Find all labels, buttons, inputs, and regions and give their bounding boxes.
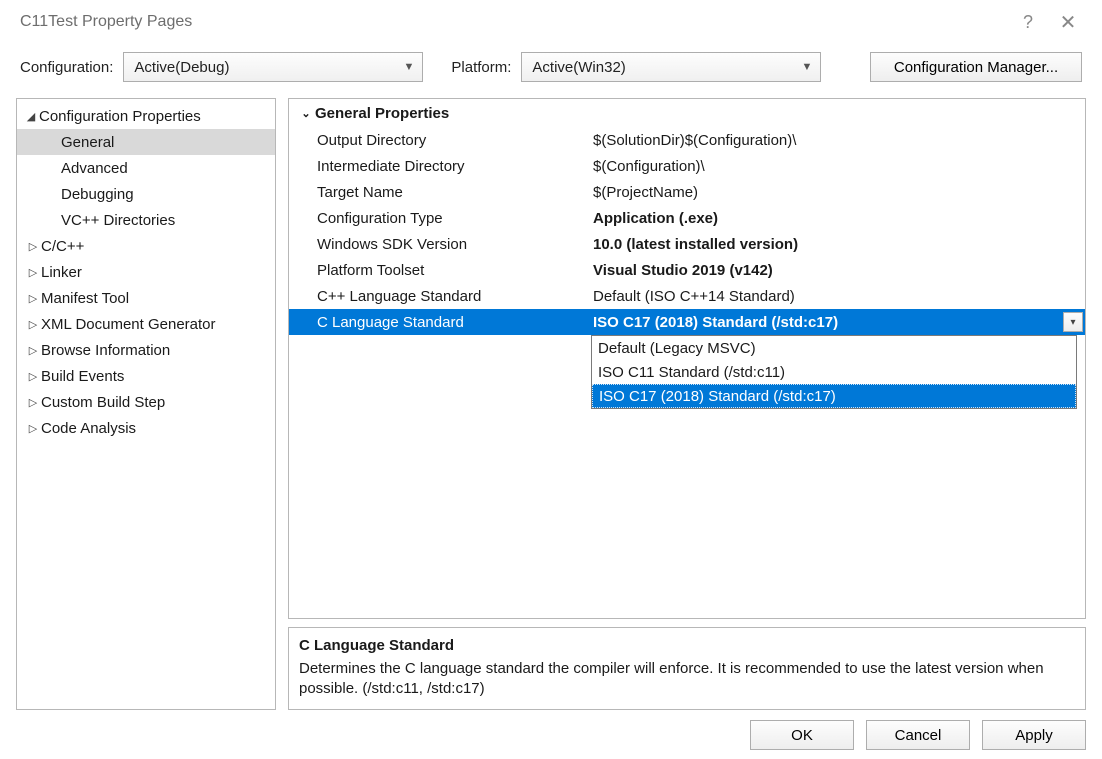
property-row[interactable]: C Language StandardISO C17 (2018) Standa…: [289, 309, 1085, 335]
tree-item-label: General: [61, 134, 114, 151]
tree-item[interactable]: ▷XML Document Generator: [17, 311, 275, 337]
tree-item-label: Code Analysis: [41, 420, 136, 437]
property-row[interactable]: C++ Language StandardDefault (ISO C++14 …: [289, 283, 1085, 309]
dropdown-button[interactable]: ▾: [1063, 312, 1083, 332]
property-name: Platform Toolset: [317, 262, 587, 279]
property-row[interactable]: Output Directory$(SolutionDir)$(Configur…: [289, 127, 1085, 153]
triangle-right-icon: ▷: [25, 240, 41, 253]
grid-section-title: General Properties: [315, 105, 449, 122]
tree-item-label: Build Events: [41, 368, 124, 385]
tree-item[interactable]: Advanced: [17, 155, 275, 181]
configuration-label: Configuration:: [20, 59, 113, 76]
tree-item[interactable]: ▷Manifest Tool: [17, 285, 275, 311]
tree-item[interactable]: VC++ Directories: [17, 207, 275, 233]
property-row[interactable]: Windows SDK Version10.0 (latest installe…: [289, 231, 1085, 257]
property-grid[interactable]: ⌄ General Properties Output Directory$(S…: [288, 98, 1086, 619]
platform-value: Active(Win32): [532, 59, 625, 76]
category-tree[interactable]: ◢ Configuration Properties General Advanc…: [16, 98, 276, 710]
cancel-button[interactable]: Cancel: [866, 720, 970, 750]
triangle-right-icon: ▷: [25, 266, 41, 279]
property-name: Target Name: [317, 184, 587, 201]
triangle-right-icon: ▷: [25, 292, 41, 305]
c-language-standard-dropdown[interactable]: Default (Legacy MSVC)ISO C11 Standard (/…: [591, 335, 1077, 409]
tree-item[interactable]: Debugging: [17, 181, 275, 207]
property-row[interactable]: Target Name$(ProjectName): [289, 179, 1085, 205]
property-value[interactable]: Application (.exe): [587, 210, 1085, 227]
apply-button[interactable]: Apply: [982, 720, 1086, 750]
property-row[interactable]: Platform ToolsetVisual Studio 2019 (v142…: [289, 257, 1085, 283]
property-row[interactable]: Configuration TypeApplication (.exe): [289, 205, 1085, 231]
tree-item-label: XML Document Generator: [41, 316, 216, 333]
tree-item-label: Advanced: [61, 160, 128, 177]
tree-root[interactable]: ◢ Configuration Properties: [17, 103, 275, 129]
tree-item-label: VC++ Directories: [61, 212, 175, 229]
chevron-down-icon: ▼: [404, 61, 415, 73]
dropdown-option[interactable]: Default (Legacy MSVC): [592, 336, 1076, 360]
configuration-combo[interactable]: Active(Debug) ▼: [123, 52, 423, 82]
window-title: C11Test Property Pages: [20, 13, 192, 31]
tree-root-label: Configuration Properties: [39, 108, 201, 125]
property-name: Configuration Type: [317, 210, 587, 227]
dropdown-option[interactable]: ISO C11 Standard (/std:c11): [592, 360, 1076, 384]
triangle-right-icon: ▷: [25, 422, 41, 435]
tree-item[interactable]: ▷C/C++: [17, 233, 275, 259]
property-value[interactable]: Visual Studio 2019 (v142): [587, 262, 1085, 279]
help-panel: C Language Standard Determines the C lan…: [288, 627, 1086, 710]
property-value[interactable]: 10.0 (latest installed version): [587, 236, 1085, 253]
help-title: C Language Standard: [299, 636, 1075, 656]
grid-section-header[interactable]: ⌄ General Properties: [289, 99, 1085, 127]
tree-item[interactable]: ▷Code Analysis: [17, 415, 275, 441]
tree-item[interactable]: ▷Browse Information: [17, 337, 275, 363]
tree-item[interactable]: ▷Linker: [17, 259, 275, 285]
triangle-down-icon: ◢: [23, 110, 39, 123]
close-icon[interactable]: ✕: [1048, 10, 1088, 35]
tree-item[interactable]: ▷Build Events: [17, 363, 275, 389]
triangle-right-icon: ▷: [25, 370, 41, 383]
tree-item-label: Custom Build Step: [41, 394, 165, 411]
triangle-right-icon: ▷: [25, 344, 41, 357]
configuration-manager-button[interactable]: Configuration Manager...: [870, 52, 1082, 82]
property-name: Windows SDK Version: [317, 236, 587, 253]
configuration-value: Active(Debug): [134, 59, 229, 76]
property-name: C++ Language Standard: [317, 288, 587, 305]
tree-item-label: Linker: [41, 264, 82, 281]
triangle-right-icon: ▷: [25, 318, 41, 331]
property-name: C Language Standard: [317, 314, 587, 331]
property-value[interactable]: Default (ISO C++14 Standard): [587, 288, 1085, 305]
property-value[interactable]: $(Configuration)\: [587, 158, 1085, 175]
property-value[interactable]: ISO C17 (2018) Standard (/std:c17): [587, 314, 1085, 331]
tree-item[interactable]: ▷Custom Build Step: [17, 389, 275, 415]
titlebar: C11Test Property Pages ? ✕: [0, 0, 1102, 44]
platform-combo[interactable]: Active(Win32) ▼: [521, 52, 821, 82]
tree-item[interactable]: General: [17, 129, 275, 155]
property-row[interactable]: Intermediate Directory$(Configuration)\: [289, 153, 1085, 179]
dropdown-option[interactable]: ISO C17 (2018) Standard (/std:c17): [592, 384, 1076, 408]
tree-item-label: C/C++: [41, 238, 84, 255]
config-toolbar: Configuration: Active(Debug) ▼ Platform:…: [0, 44, 1102, 90]
dialog-footer: OK Cancel Apply: [0, 710, 1102, 750]
triangle-right-icon: ▷: [25, 396, 41, 409]
property-value[interactable]: $(ProjectName): [587, 184, 1085, 201]
chevron-down-icon: ▼: [802, 61, 813, 73]
property-name: Intermediate Directory: [317, 158, 587, 175]
help-icon[interactable]: ?: [1008, 12, 1048, 33]
property-name: Output Directory: [317, 132, 587, 149]
help-text: Determines the C language standard the c…: [299, 659, 1075, 700]
tree-item-label: Debugging: [61, 186, 134, 203]
tree-item-label: Browse Information: [41, 342, 170, 359]
platform-label: Platform:: [451, 59, 511, 76]
property-value[interactable]: $(SolutionDir)$(Configuration)\: [587, 132, 1085, 149]
ok-button[interactable]: OK: [750, 720, 854, 750]
chevron-down-icon: ⌄: [297, 107, 315, 120]
tree-item-label: Manifest Tool: [41, 290, 129, 307]
